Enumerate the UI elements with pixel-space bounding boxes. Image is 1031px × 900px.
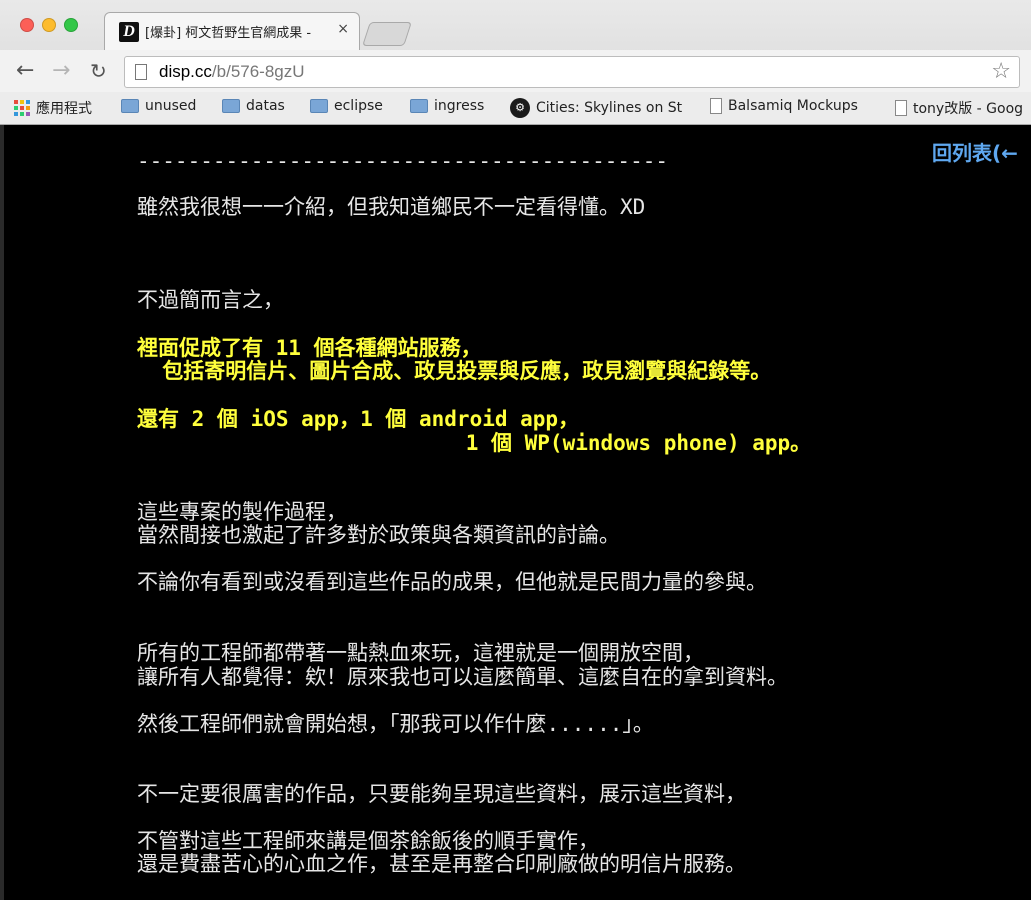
- page-icon: [135, 64, 147, 80]
- highlight-line: 包括寄明信片、圖片合成、政見投票與反應，政見瀏覽與紀錄等。: [137, 359, 772, 383]
- bookmark-folder-datas[interactable]: datas: [222, 98, 285, 114]
- page-icon: [710, 98, 722, 114]
- bookmark-tony[interactable]: tony改版 - Goog: [895, 98, 1023, 118]
- steam-icon: ⚙: [510, 98, 530, 118]
- article-line: 這些專案的製作過程，: [137, 500, 347, 524]
- bookmark-label: eclipse: [334, 98, 383, 114]
- highlight-line: 裡面促成了有 11 個各種網站服務，: [137, 336, 482, 360]
- bookmark-label: Balsamiq Mockups: [728, 98, 858, 114]
- bookmark-label: unused: [145, 98, 197, 114]
- highlight-line: 1 個 WP(windows phone) app。: [137, 431, 812, 455]
- article-line: 不一定要很厲害的作品，只要能夠呈現這些資料，展示這些資料，: [137, 782, 746, 806]
- folder-icon: [121, 99, 139, 113]
- folder-icon: [222, 99, 240, 113]
- url-host: disp.cc: [159, 62, 212, 81]
- article-content: 回列表(← ----------------------------------…: [0, 125, 1031, 900]
- folder-icon: [310, 99, 328, 113]
- window-controls: [20, 18, 78, 32]
- url-text[interactable]: disp.cc/b/576-8gzU: [159, 62, 305, 82]
- article-line: 雖然我很想一一介紹，但我知道鄉民不一定看得懂。XD: [137, 195, 646, 219]
- article-line: 當然間接也激起了許多對於政策與各類資訊的討論。: [137, 523, 620, 547]
- page-left-edge: [0, 125, 4, 900]
- article-line: 然後工程師們就會開始想，「那我可以作什麼......」。: [137, 712, 654, 736]
- tab-close-icon[interactable]: ×: [337, 21, 349, 37]
- bookmark-label: ingress: [434, 98, 485, 114]
- highlight-line: 還有 2 個 iOS app，1 個 android app，: [137, 407, 580, 431]
- bookmark-label: tony改版 - Goog: [913, 101, 1024, 117]
- new-tab-button[interactable]: [362, 22, 412, 46]
- back-arrow-icon[interactable]: ←: [16, 58, 34, 83]
- tab-title: [爆卦] 柯文哲野生官網成果 -: [145, 26, 312, 41]
- forward-arrow-icon[interactable]: →: [52, 58, 70, 83]
- article-line: 所有的工程師都帶著一點熱血來玩，這裡就是一個開放空間，: [137, 641, 704, 665]
- article-line: 不過簡而言之，: [137, 288, 284, 312]
- bookmark-star-icon[interactable]: ☆: [991, 59, 1011, 84]
- disp-favicon-icon: D: [119, 22, 139, 42]
- bookmark-label: Cities: Skylines on St: [536, 100, 683, 116]
- article-line: 讓所有人都覺得：欸！原來我也可以這麼簡單、這麼自在的拿到資料。: [137, 665, 788, 689]
- bookmark-folder-ingress[interactable]: ingress: [410, 98, 484, 114]
- article-line: 不論你有看到或沒看到這些作品的成果，但他就是民間力量的參與。: [137, 570, 767, 594]
- bookmarks-bar: 應用程式 unused datas eclipse ingress ⚙ Citi…: [0, 92, 1031, 124]
- url-path: /b/576-8gzU: [211, 62, 305, 81]
- back-to-list-link[interactable]: 回列表(←: [932, 137, 1018, 166]
- browser-chrome: D [爆卦] 柯文哲野生官網成果 - × ← → ↻ disp.cc/b/576…: [0, 0, 1031, 125]
- reload-icon[interactable]: ↻: [90, 59, 107, 83]
- zoom-window-button[interactable]: [64, 18, 78, 32]
- bookmark-cities-skylines[interactable]: ⚙ Cities: Skylines on St: [510, 98, 682, 118]
- close-window-button[interactable]: [20, 18, 34, 32]
- active-tab[interactable]: D [爆卦] 柯文哲野生官網成果 - ×: [104, 12, 360, 50]
- folder-icon: [410, 99, 428, 113]
- minimize-window-button[interactable]: [42, 18, 56, 32]
- apps-icon: [14, 100, 30, 116]
- bookmark-apps[interactable]: 應用程式: [14, 98, 92, 118]
- address-bar[interactable]: disp.cc/b/576-8gzU ☆: [124, 56, 1020, 88]
- bookmark-folder-eclipse[interactable]: eclipse: [310, 98, 383, 114]
- page-icon: [895, 100, 907, 116]
- bookmark-folder-unused[interactable]: unused: [121, 98, 196, 114]
- divider-line: ----------------------------------------…: [137, 149, 669, 173]
- bookmark-balsamiq[interactable]: Balsamiq Mockups: [710, 98, 858, 114]
- bookmark-label: 應用程式: [36, 101, 92, 117]
- bookmark-label: datas: [246, 98, 285, 114]
- article-line: 還是費盡苦心的心血之作，甚至是再整合印刷廠做的明信片服務。: [137, 852, 746, 876]
- article-line: 不管對這些工程師來講是個茶餘飯後的順手實作，: [137, 829, 599, 853]
